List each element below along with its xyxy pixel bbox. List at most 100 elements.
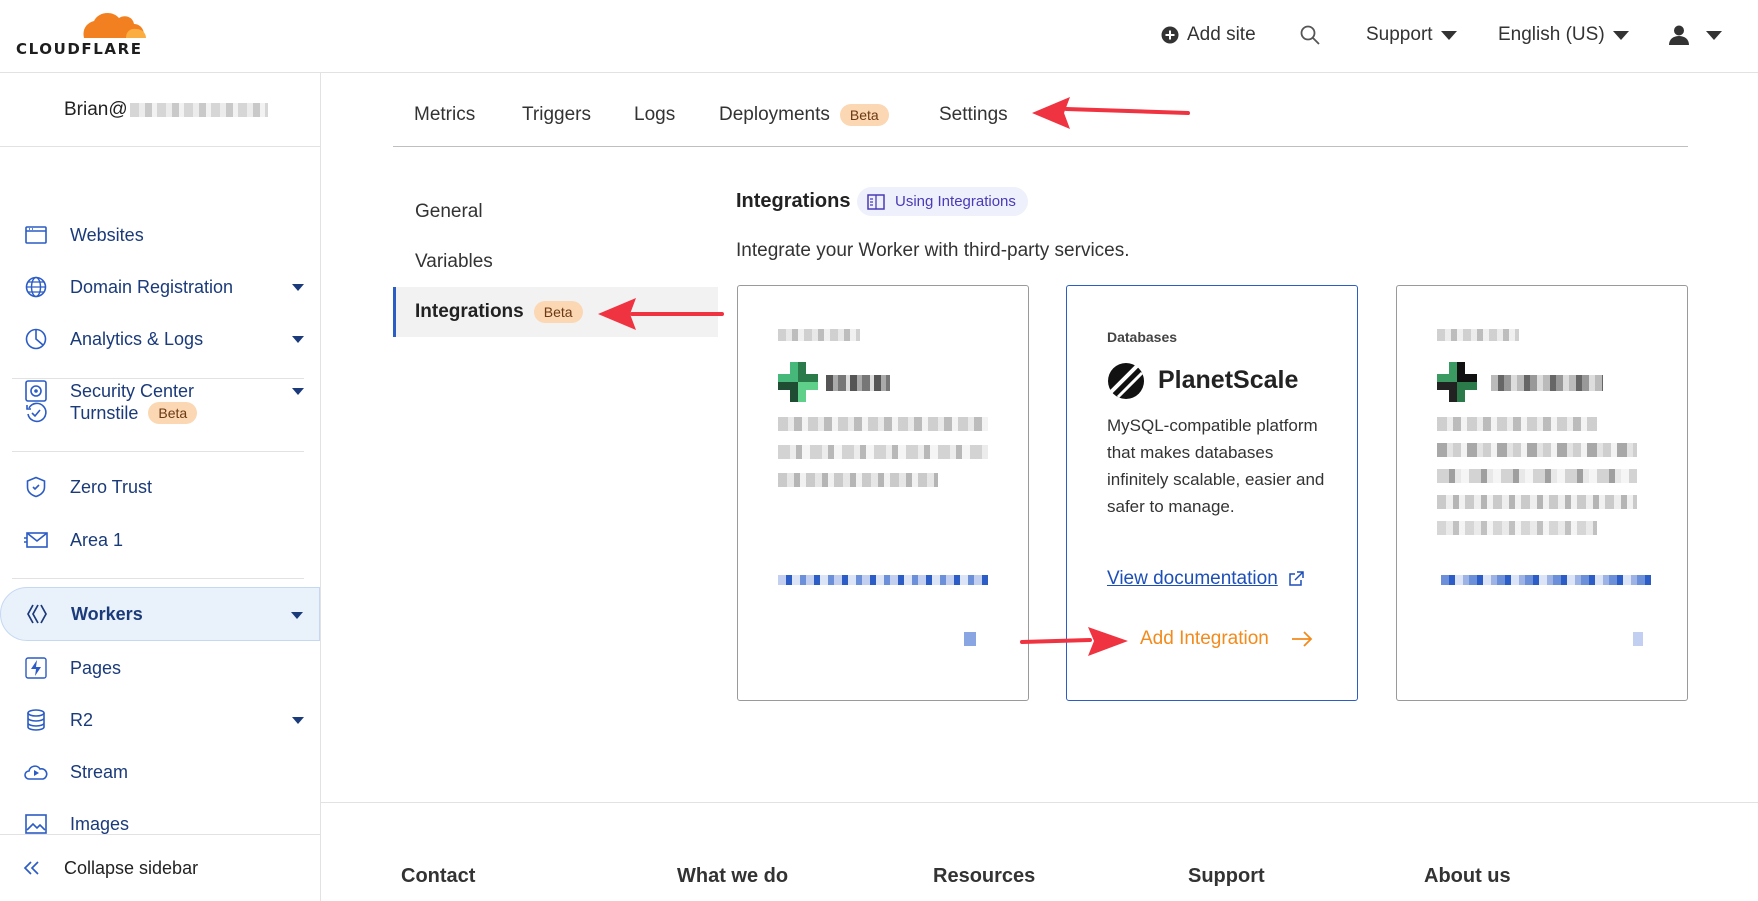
chevron-down-icon (1440, 30, 1457, 40)
chevron-down-icon[interactable] (292, 284, 304, 291)
search-button[interactable] (1299, 20, 1321, 50)
redacted-icon (964, 632, 976, 646)
envelope-icon (24, 528, 48, 552)
double-chevron-left-icon (23, 861, 39, 875)
view-documentation-label: View documentation (1107, 568, 1278, 589)
using-integrations-link[interactable]: Using Integrations (857, 187, 1028, 216)
redacted-logo (1437, 362, 1477, 402)
workers-icon (25, 602, 49, 626)
sidebar-item-label: Images (70, 813, 130, 834)
chevron-down-icon (1612, 30, 1629, 40)
tab-triggers[interactable]: Triggers (522, 104, 591, 126)
collapse-sidebar-label: Collapse sidebar (64, 857, 199, 878)
subnav-label: General (415, 201, 483, 222)
user-icon (1669, 25, 1689, 45)
sidebar-item-workers[interactable]: Workers (0, 587, 320, 641)
redacted-text (778, 473, 938, 487)
chevron-down-icon[interactable] (291, 612, 303, 619)
sidebar-item-area-1[interactable]: Area 1 (0, 515, 320, 565)
sidebar-item-analytics-logs[interactable]: Analytics & Logs (0, 314, 320, 364)
sidebar-item-r2[interactable]: R2 (0, 695, 320, 745)
footer-what-we-do-heading: What we do (677, 865, 789, 887)
chevron-down-icon[interactable] (292, 717, 304, 724)
redacted-text (1491, 375, 1603, 391)
sidebar-item-label: Stream (70, 761, 129, 782)
integration-card-redacted (737, 285, 1029, 701)
planetscale-logo-icon (1108, 363, 1144, 399)
book-icon (867, 193, 885, 210)
footer-support-heading: Support (1188, 865, 1265, 887)
chevron-down-icon[interactable] (292, 336, 304, 343)
view-documentation-link[interactable]: View documentation (1107, 568, 1304, 590)
database-icon (24, 708, 48, 732)
add-integration-button[interactable]: Add Integration (1140, 628, 1313, 650)
sidebar-divider (12, 451, 304, 452)
card-category: Databases (1107, 329, 1178, 345)
turnstile-icon (24, 401, 48, 425)
redacted-text (1437, 443, 1637, 457)
subnav-label: Integrations (415, 301, 524, 322)
account-name: Brian@ (64, 98, 128, 120)
add-site-label: Add site (1187, 24, 1256, 45)
subnav-integrations[interactable]: Integrations Beta (393, 287, 718, 337)
redacted-text (1437, 495, 1637, 509)
top-bar: CLOUDFLARE Add site Support English (US) (0, 0, 1758, 73)
worker-tabs: Metrics Triggers Logs Deployments Beta S… (393, 82, 1688, 147)
tab-deployments[interactable]: Deployments Beta (719, 104, 889, 126)
globe-icon (24, 275, 48, 299)
sidebar-item-label: Websites (70, 224, 144, 245)
search-icon (1300, 25, 1320, 45)
tab-label: Deployments (719, 104, 830, 125)
plus-circle-icon (1161, 26, 1179, 44)
redacted-text (826, 375, 890, 391)
redacted-text (778, 329, 860, 341)
using-integrations-label: Using Integrations (895, 193, 1016, 210)
chevron-down-icon (1706, 30, 1722, 40)
card-name: PlanetScale (1158, 366, 1299, 394)
tab-label: Metrics (414, 104, 476, 125)
beta-badge: Beta (839, 104, 889, 126)
support-menu[interactable]: Support (1366, 20, 1457, 50)
account-switcher[interactable]: Brian@ (0, 73, 320, 147)
sidebar-item-stream[interactable]: Stream (0, 747, 320, 797)
collapse-sidebar-button[interactable]: Collapse sidebar (0, 834, 320, 901)
sidebar-item-domain-registration[interactable]: Domain Registration (0, 262, 320, 312)
language-menu[interactable]: English (US) (1498, 20, 1629, 50)
tab-settings[interactable]: Settings (939, 104, 1008, 126)
cloudflare-logo[interactable]: CLOUDFLARE (16, 8, 152, 58)
arrow-right-icon (1291, 631, 1313, 647)
redacted-text (1437, 469, 1637, 483)
sidebar-item-turnstile[interactable]: Turnstile Beta (0, 388, 320, 438)
sidebar-item-label: Analytics & Logs (70, 328, 204, 349)
subnav-variables[interactable]: Variables (393, 237, 718, 287)
tab-label: Logs (634, 104, 676, 125)
sidebar-item-websites[interactable]: Websites (0, 210, 320, 260)
add-site-button[interactable]: Add site (1161, 20, 1256, 50)
browser-window-icon (24, 223, 48, 247)
external-link-icon (1289, 571, 1304, 586)
subnav-general[interactable]: General (393, 187, 718, 237)
sidebar: Brian@ Websites Domain Registration Anal… (0, 73, 321, 901)
sidebar-item-label: Workers (71, 603, 143, 624)
sidebar-item-label: Area 1 (70, 529, 124, 550)
tab-metrics[interactable]: Metrics (414, 104, 475, 126)
add-integration-label: Add Integration (1140, 628, 1269, 649)
card-description: MySQL-compatible platform that makes dat… (1107, 416, 1325, 516)
sidebar-item-label: Zero Trust (70, 476, 153, 497)
redacted-text (1437, 329, 1519, 341)
language-label: English (US) (1498, 24, 1605, 45)
beta-badge: Beta (533, 301, 583, 323)
redacted-logo (778, 362, 818, 402)
lightning-icon (24, 656, 48, 680)
sidebar-item-pages[interactable]: Pages (0, 643, 320, 693)
image-icon (24, 812, 48, 836)
redacted-icon (1633, 632, 1643, 646)
cloud-play-icon (24, 760, 48, 784)
sidebar-item-zero-trust[interactable]: Zero Trust (0, 462, 320, 512)
user-menu[interactable] (1668, 20, 1722, 50)
sidebar-divider (12, 578, 304, 579)
sidebar-item-label: R2 (70, 709, 94, 730)
redacted-text (1437, 417, 1597, 431)
integration-card-planetscale: Databases PlanetScale MySQL-compatible p… (1066, 285, 1358, 701)
tab-logs[interactable]: Logs (634, 104, 675, 126)
